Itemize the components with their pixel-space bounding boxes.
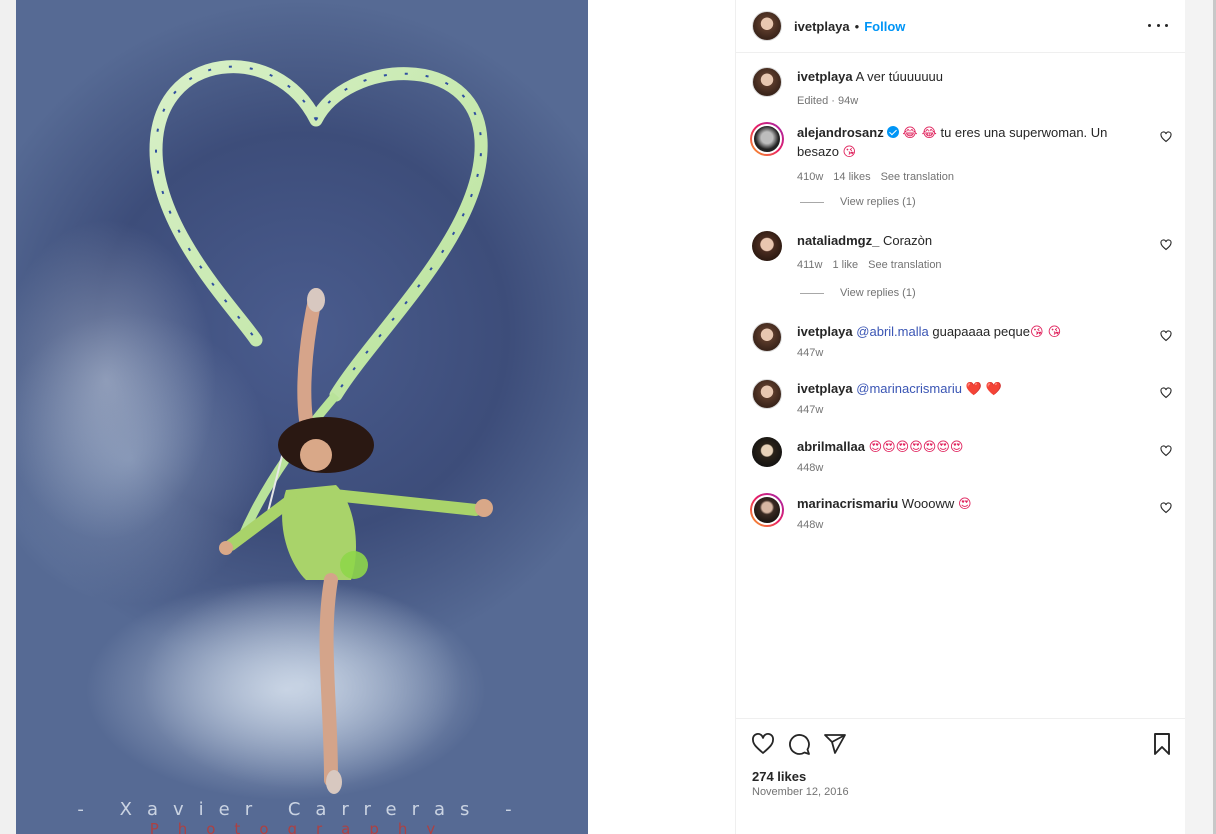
avatar[interactable] — [752, 67, 782, 97]
comment-username[interactable]: abrilmallaa — [797, 439, 865, 454]
emoji: 😍 — [957, 497, 972, 512]
emoji: 😘 😘 — [1029, 325, 1062, 340]
emoji: 😂 😂 — [902, 126, 937, 141]
post-photo[interactable]: - Xavier Carreras - Photography — [16, 0, 588, 834]
caption-text: A ver túuuuuuu — [855, 69, 944, 84]
comment-username[interactable]: ivetplaya — [797, 381, 853, 396]
comment-like-heart-icon[interactable] — [1160, 387, 1172, 399]
comment-time[interactable]: 410w — [797, 168, 823, 186]
see-translation-link[interactable]: See translation — [881, 168, 954, 186]
emoji: ❤️ ❤️ — [965, 382, 1003, 397]
verified-badge-icon — [886, 126, 899, 138]
view-replies[interactable]: View replies (1) — [800, 287, 916, 299]
comment-username[interactable]: nataliadmgz_ — [797, 233, 879, 248]
avatar[interactable] — [752, 231, 782, 261]
post-date: November 12, 2016 — [752, 786, 849, 798]
emoji: 😍😍😍😍😍😍😍 — [868, 440, 964, 455]
see-translation-link[interactable]: See translation — [868, 256, 941, 274]
comment-text: Corazòn — [882, 233, 933, 248]
comment-time[interactable]: 447w — [797, 344, 823, 362]
comment-icon[interactable] — [787, 732, 811, 756]
comment-username[interactable]: ivetplaya — [797, 324, 853, 339]
caption-meta: Edited · 94w — [797, 95, 859, 107]
photo-watermark-subtitle: Photography — [149, 820, 455, 834]
comment-like-heart-icon[interactable] — [1160, 330, 1172, 342]
bookmark-icon[interactable] — [1150, 732, 1174, 756]
mention-link[interactable]: @marinacrismariu — [856, 381, 962, 396]
view-replies-label[interactable]: View replies (1) — [840, 287, 916, 299]
comment-likes[interactable]: 1 like — [832, 256, 858, 274]
comment-time[interactable]: 448w — [797, 459, 823, 477]
comment-username[interactable]: ivetplaya — [797, 69, 853, 84]
more-options-icon[interactable] — [1148, 17, 1168, 33]
follow-button[interactable]: Follow — [864, 19, 905, 34]
likes-count[interactable]: 274 likes — [752, 769, 806, 784]
post-header: ivetplaya • Follow — [736, 0, 1186, 53]
author-avatar[interactable] — [752, 11, 782, 41]
paper-plane-icon[interactable] — [823, 732, 847, 756]
separator-dot: • — [854, 18, 860, 34]
media-gap — [588, 0, 735, 834]
comments-list[interactable]: ivetplaya A ver túuuuuuu Edited · 94w al… — [736, 53, 1186, 718]
comment-username[interactable]: alejandrosanz — [797, 125, 884, 140]
comment-like-heart-icon[interactable] — [1160, 239, 1172, 251]
comment-text: guapaaaa peque — [932, 324, 1030, 339]
comment-like-heart-icon[interactable] — [1160, 502, 1172, 514]
comment-username[interactable]: marinacrismariu — [797, 496, 898, 511]
comment-time[interactable]: 448w — [797, 516, 823, 534]
comment-time[interactable]: 411w — [797, 256, 822, 274]
emoji: 😘 — [842, 145, 857, 160]
avatar[interactable] — [750, 122, 784, 156]
photo-artwork — [16, 60, 493, 800]
avatar[interactable] — [752, 437, 782, 467]
avatar[interactable] — [750, 493, 784, 527]
post-details-panel: ivetplaya • Follow ivetplaya A ver túuuu… — [735, 0, 1186, 834]
avatar[interactable] — [752, 379, 782, 409]
comment-like-heart-icon[interactable] — [1160, 131, 1172, 143]
comment-text: Woooww — [901, 496, 955, 511]
mention-link[interactable]: @abril.malla — [856, 324, 928, 339]
comment-likes[interactable]: 14 likes — [833, 168, 870, 186]
avatar[interactable] — [752, 322, 782, 352]
author-username[interactable]: ivetplaya — [794, 19, 850, 34]
view-replies[interactable]: View replies (1) — [800, 196, 916, 208]
comment-like-heart-icon[interactable] — [1160, 445, 1172, 457]
comment-time[interactable]: 447w — [797, 401, 823, 419]
heart-icon[interactable] — [751, 732, 775, 756]
page-background-right — [1185, 0, 1216, 834]
view-replies-label[interactable]: View replies (1) — [840, 196, 916, 208]
photo-watermark: - Xavier Carreras - — [77, 799, 527, 820]
post-actions: 274 likes November 12, 2016 — [736, 718, 1186, 834]
